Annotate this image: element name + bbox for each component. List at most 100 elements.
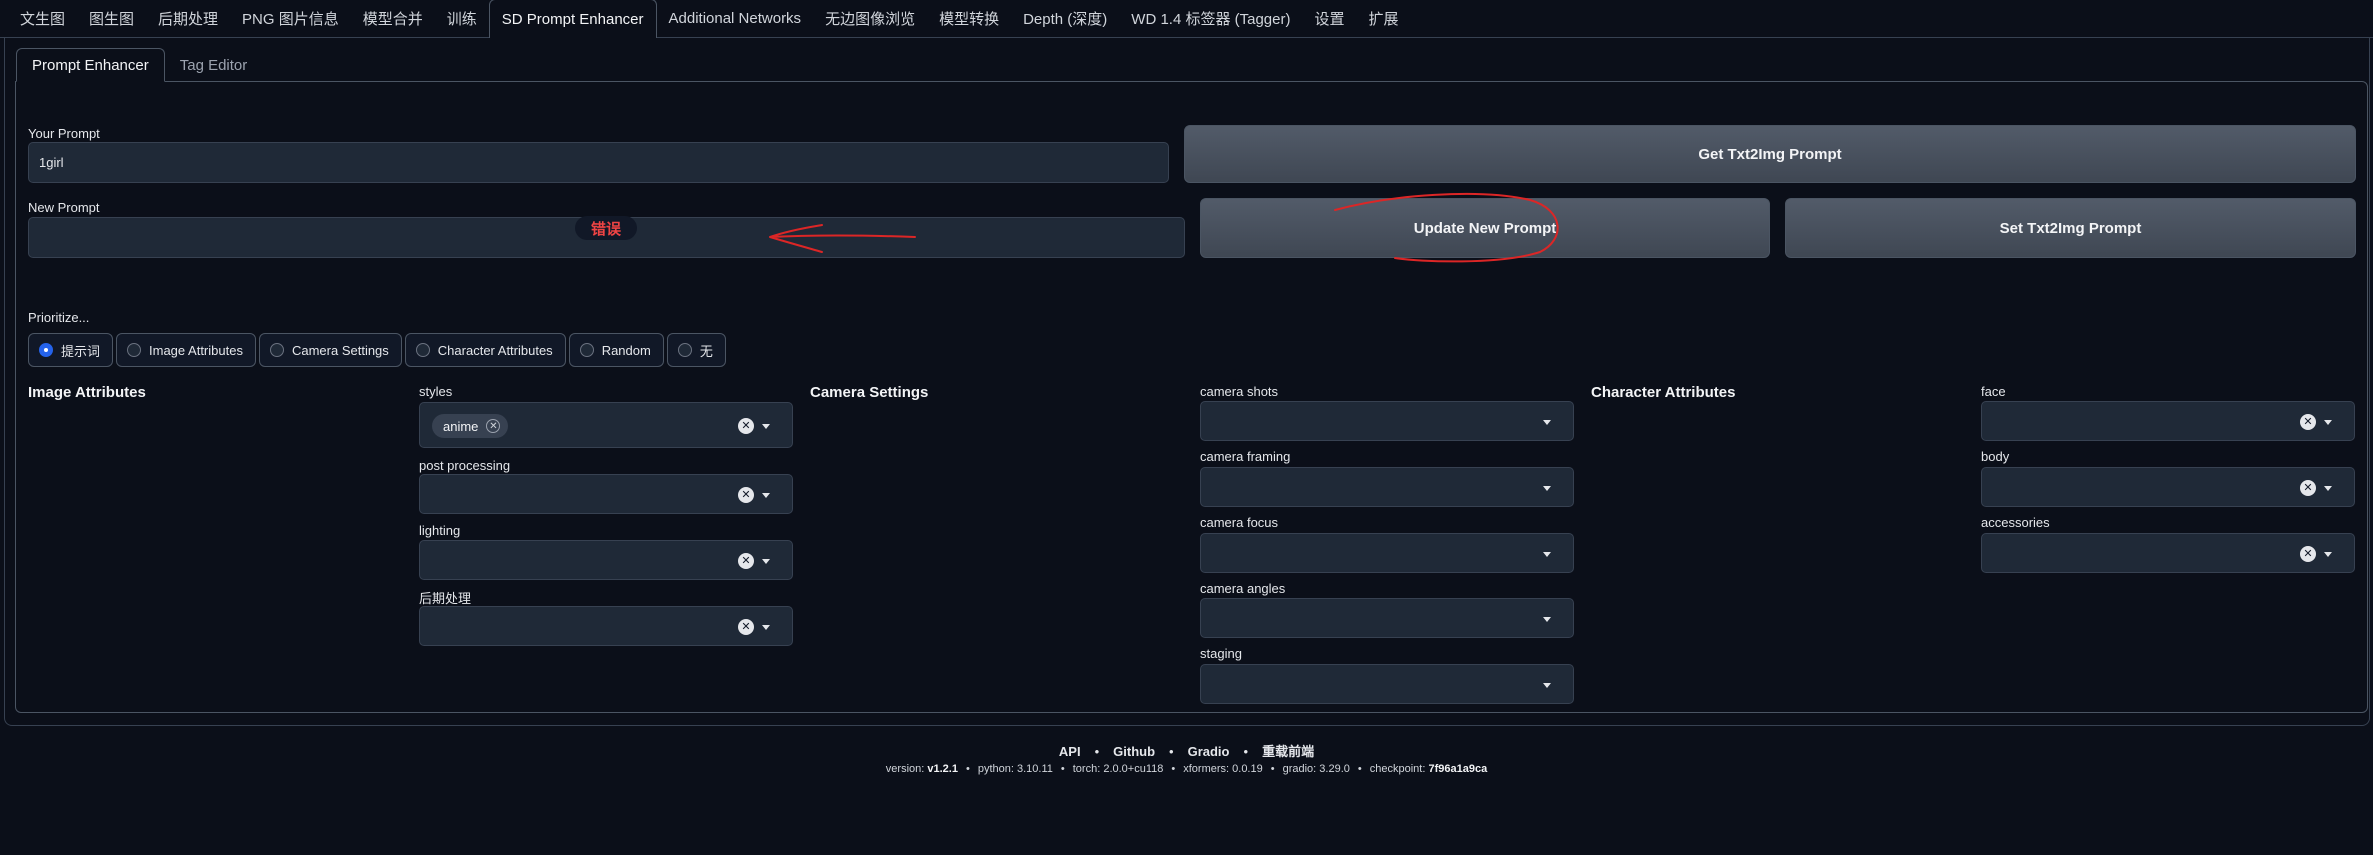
chevron-down-icon[interactable] <box>2324 552 2332 557</box>
tab-txt2img[interactable]: 文生图 <box>8 0 77 37</box>
postprocessing-cn-label: 后期处理 <box>419 591 472 606</box>
radio-dot <box>269 343 284 357</box>
radio-dot <box>677 343 692 357</box>
tab-depth[interactable]: Depth (深度) <box>1011 0 1119 37</box>
radio-prompt[interactable]: 提示词 <box>28 333 114 367</box>
camera-framing-dropdown[interactable] <box>1200 467 1574 507</box>
gradio-value: 3.29.0 <box>1319 763 1350 775</box>
get-txt2img-prompt-button[interactable]: Get Txt2Img Prompt <box>1184 125 2356 183</box>
separator-dot: • <box>1270 763 1275 775</box>
body-label: body <box>1981 449 2010 464</box>
accessories-label: accessories <box>1981 515 2050 530</box>
version-value: v1.2.1 <box>927 763 958 775</box>
tab-prompt-enhancer[interactable]: Prompt Enhancer <box>16 48 165 82</box>
clear-icon[interactable]: ✕ <box>738 619 754 635</box>
chevron-down-icon[interactable] <box>2324 486 2332 491</box>
camera-focus-dropdown[interactable] <box>1200 533 1574 573</box>
python-label: python: <box>977 763 1014 775</box>
chevron-down-icon[interactable] <box>1543 486 1551 491</box>
tab-infinite-image-browsing[interactable]: 无边图像浏览 <box>813 0 927 37</box>
clear-icon[interactable]: ✕ <box>2300 414 2316 430</box>
clear-icon[interactable]: ✕ <box>738 418 754 434</box>
tab-tag-editor[interactable]: Tag Editor <box>165 48 263 82</box>
checkpoint-label: checkpoint: <box>1369 763 1426 775</box>
prioritize-label: Prioritize... <box>28 310 90 325</box>
your-prompt-input[interactable]: 1girl <box>28 142 1169 183</box>
tab-extensions[interactable]: 扩展 <box>1357 0 1411 37</box>
radio-image-attributes[interactable]: Image Attributes <box>116 333 256 367</box>
body-dropdown[interactable]: ✕ <box>1981 467 2355 507</box>
prioritize-radio-group: 提示词 Image Attributes Camera Settings Cha… <box>28 333 726 367</box>
separator-dot: • <box>1171 763 1176 775</box>
camera-shots-dropdown[interactable] <box>1200 401 1574 441</box>
radio-character-attributes[interactable]: Character Attributes <box>404 333 566 367</box>
chevron-down-icon[interactable] <box>1543 617 1551 622</box>
lighting-label: lighting <box>419 523 461 538</box>
separator-dot: • <box>1243 744 1249 759</box>
accessories-dropdown[interactable]: ✕ <box>1981 533 2355 573</box>
clear-icon[interactable]: ✕ <box>2300 546 2316 562</box>
chevron-down-icon[interactable] <box>1543 552 1551 557</box>
footer-link-api[interactable]: API <box>1059 744 1081 759</box>
update-new-prompt-button[interactable]: Update New Prompt <box>1200 198 1770 258</box>
tab-checkpoint-merger[interactable]: 模型合并 <box>351 0 435 37</box>
camera-angles-dropdown[interactable] <box>1200 598 1574 638</box>
tab-sd-prompt-enhancer[interactable]: SD Prompt Enhancer <box>488 0 657 38</box>
xformers-value: 0.0.19 <box>1232 763 1263 775</box>
clear-icon[interactable]: ✕ <box>738 487 754 503</box>
tab-additional-networks[interactable]: Additional Networks <box>657 0 814 37</box>
image-attributes-title: Image Attributes <box>28 384 146 401</box>
staging-dropdown[interactable] <box>1200 664 1574 704</box>
postprocessing-cn-dropdown[interactable]: ✕ <box>419 606 793 646</box>
chevron-down-icon[interactable] <box>762 424 770 429</box>
tab-img2img[interactable]: 图生图 <box>77 0 146 37</box>
post-processing-dropdown[interactable]: ✕ <box>419 474 793 514</box>
separator-dot: • <box>965 763 970 775</box>
clear-icon[interactable]: ✕ <box>2300 480 2316 496</box>
style-chip-anime: anime ✕ <box>432 414 509 438</box>
xformers-label: xformers: <box>1183 763 1230 775</box>
radio-none[interactable]: 无 <box>666 333 726 367</box>
radio-random[interactable]: Random <box>568 333 664 367</box>
footer-link-gradio[interactable]: Gradio <box>1188 744 1230 759</box>
separator-dot: • <box>1169 744 1174 759</box>
radio-camera-settings[interactable]: Camera Settings <box>258 333 402 367</box>
footer-link-reload-ui[interactable]: 重载前端 <box>1262 744 1314 759</box>
radio-dot <box>39 343 53 357</box>
tab-train[interactable]: 训练 <box>435 0 489 37</box>
python-value: 3.10.11 <box>1017 763 1053 775</box>
tab-model-converter[interactable]: 模型转换 <box>927 0 1011 37</box>
radio-dot <box>415 343 430 357</box>
face-dropdown[interactable]: ✕ <box>1981 401 2355 441</box>
post-processing-label: post processing <box>419 458 511 473</box>
chevron-down-icon[interactable] <box>1543 683 1551 688</box>
chevron-down-icon[interactable] <box>762 625 770 630</box>
radio-label: Image Attributes <box>149 342 243 358</box>
styles-label: styles <box>419 384 453 399</box>
tab-wd-tagger[interactable]: WD 1.4 标签器 (Tagger) <box>1119 0 1302 37</box>
chevron-down-icon[interactable] <box>762 493 770 498</box>
lighting-dropdown[interactable]: ✕ <box>419 540 793 580</box>
tab-png-info[interactable]: PNG 图片信息 <box>230 0 351 37</box>
tab-extras[interactable]: 后期处理 <box>146 0 230 37</box>
footer-link-github[interactable]: Github <box>1113 744 1155 759</box>
radio-label: 提示词 <box>61 343 101 359</box>
chip-label: anime <box>443 418 479 434</box>
camera-angles-label: camera angles <box>1200 581 1286 596</box>
sub-tab-bar: Prompt Enhancer Tag Editor <box>16 48 262 82</box>
separator-dot: • <box>1060 763 1065 775</box>
footer-version-info: version: v1.2.1 • python: 3.10.11 • torch: 2… <box>0 763 2373 775</box>
chevron-down-icon[interactable] <box>2324 420 2332 425</box>
chevron-down-icon[interactable] <box>762 559 770 564</box>
chevron-down-icon[interactable] <box>1543 420 1551 425</box>
radio-label: Random <box>601 342 651 358</box>
styles-dropdown[interactable]: anime ✕ ✕ <box>419 402 793 448</box>
tab-settings[interactable]: 设置 <box>1302 0 1356 37</box>
character-attributes-title: Character Attributes <box>1591 384 1736 401</box>
set-txt2img-prompt-button[interactable]: Set Txt2Img Prompt <box>1785 198 2356 258</box>
version-label: version: <box>885 763 925 775</box>
separator-dot: • <box>1357 763 1362 775</box>
footer-links: API • Github • Gradio • 重载前端 <box>0 741 2373 760</box>
remove-chip-icon[interactable]: ✕ <box>486 419 501 433</box>
clear-icon[interactable]: ✕ <box>738 553 754 569</box>
